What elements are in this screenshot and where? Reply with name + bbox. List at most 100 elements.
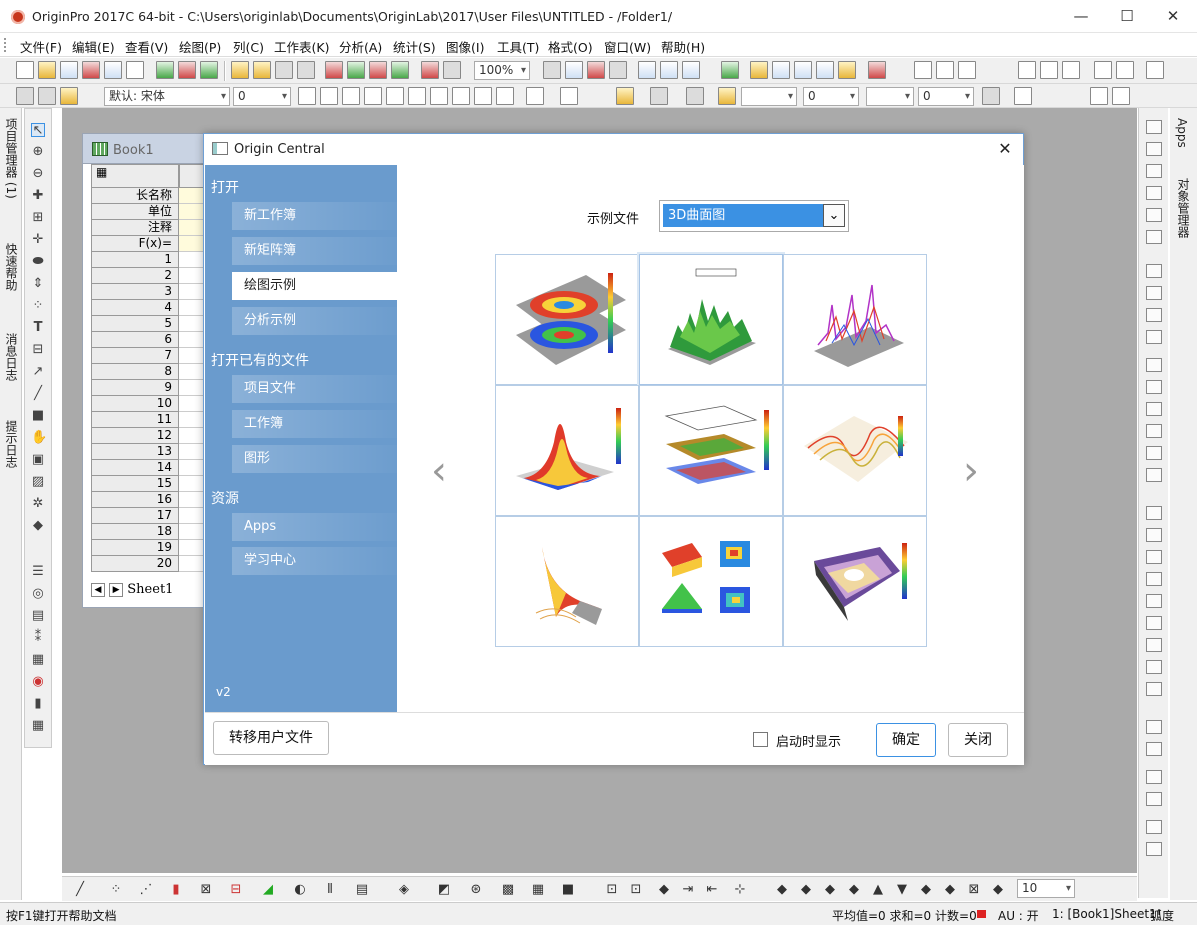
bottom-tool-7-icon[interactable]: ◆ [774,882,790,897]
sidebar-item-new-matrix[interactable]: 新矩阵簿 [232,237,397,265]
set-values-icon[interactable] [936,61,954,79]
dialog-close-icon[interactable]: ✕ [993,137,1017,161]
bottom-tool-4-icon[interactable]: ⇥ [680,882,696,897]
results-log-icon[interactable] [638,61,656,79]
menu-view[interactable]: 查看(V) [125,37,168,56]
cross-icon[interactable]: ✚ [31,189,45,203]
tab-quick-help[interactable]: 快速帮助 [3,243,20,291]
bottom-tool-5-icon[interactable]: ⇤ [704,882,720,897]
stats-bar-icon[interactable] [1018,61,1036,79]
sidebar-item-analysis-samples[interactable]: 分析示例 [232,307,397,335]
print-icon[interactable] [543,61,561,79]
sheet-next-icon[interactable]: ▶ [109,582,124,597]
header-row-label[interactable]: F(x)= [91,236,179,252]
status-au[interactable]: AU : 开 [998,907,1039,924]
pattern-icon[interactable] [650,87,668,105]
bottom-tool-8-icon[interactable]: ◆ [798,882,814,897]
menu-help[interactable]: 帮助(H) [661,37,705,56]
sidebar-item-apps[interactable]: Apps [232,513,397,541]
decrease-font-icon[interactable] [474,87,492,105]
open-template-icon[interactable] [253,61,271,79]
arrange-4-icon[interactable] [1146,572,1162,586]
arrange-9-icon[interactable] [1146,682,1162,696]
sidebar-item-workbooks[interactable]: 工作簿 [232,410,397,438]
filter-icon[interactable] [1094,61,1112,79]
row-number[interactable]: 15 [91,476,179,492]
italic-icon[interactable] [320,87,338,105]
underline-icon[interactable] [342,87,360,105]
menu-format[interactable]: 格式(O) [548,37,593,56]
line-style-select[interactable] [741,87,797,106]
group-6-icon[interactable] [1146,842,1162,856]
line-tool-icon[interactable]: ╱ [31,387,45,401]
layer-2-icon[interactable] [1146,286,1162,300]
bottom-tool-16-icon[interactable]: ◆ [990,882,1006,897]
bottom-tool-1-icon[interactable]: ⊡ [604,882,620,897]
row-number[interactable]: 12 [91,428,179,444]
row-number[interactable]: 4 [91,300,179,316]
layer-4-icon[interactable] [1146,330,1162,344]
arrange-8-icon[interactable] [1146,660,1162,674]
sample-thumbnail-3[interactable] [783,254,927,385]
duplicate-icon[interactable] [565,61,583,79]
save-icon[interactable] [275,61,293,79]
group-1-icon[interactable] [1146,720,1162,734]
bottom-tool-13-icon[interactable]: ◆ [918,882,934,897]
group-2-icon[interactable] [1146,742,1162,756]
header-row-label[interactable]: 单位 [91,204,179,220]
menu-statistics[interactable]: 统计(S) [393,37,436,56]
new-matrix-icon[interactable] [104,61,122,79]
row-number[interactable]: 7 [91,348,179,364]
sample-thumbnail-8[interactable] [639,516,783,647]
layer-3-icon[interactable] [1146,308,1162,322]
batch-process-icon[interactable] [443,61,461,79]
project-explorer-icon[interactable] [721,61,739,79]
grid-tool-icon[interactable]: ▦ [31,719,45,733]
draw-data-icon[interactable]: ⁘ [31,299,45,313]
transfer-user-files-button[interactable]: 转移用户文件 [213,721,329,755]
bottom-tool-10-icon[interactable]: ◆ [846,882,862,897]
chevron-down-icon[interactable]: ⌄ [823,204,845,227]
template-library-icon[interactable]: ▤ [354,882,370,897]
import-wizard-icon[interactable] [369,61,387,79]
new-folder-icon[interactable] [38,61,56,79]
row-number[interactable]: 1 [91,252,179,268]
menu-analysis[interactable]: 分析(A) [339,37,382,56]
open-icon[interactable] [231,61,249,79]
matrix-tool-icon[interactable]: ▦ [31,653,45,667]
sidebar-item-learning-center[interactable]: 学习中心 [232,547,397,575]
image-tool-icon[interactable]: ▨ [31,475,45,489]
zoom-out-icon[interactable]: ⊖ [31,167,45,181]
cut-icon[interactable] [16,87,34,105]
tab-message-log[interactable]: 消息日志 [3,333,20,381]
ok-button[interactable]: 确定 [876,723,936,757]
show-on-startup-label[interactable]: 启动时显示 [776,731,841,750]
row-number[interactable]: 20 [91,556,179,572]
menu-tools[interactable]: 工具(T) [497,37,539,56]
layer-list-icon[interactable]: ☰ [31,565,45,579]
row-number[interactable]: 16 [91,492,179,508]
dialog-titlebar[interactable]: Origin Central ✕ [204,134,1023,165]
new-excel-icon[interactable] [200,61,218,79]
sample-thumbnail-7[interactable] [495,516,639,647]
row-number[interactable]: 17 [91,508,179,524]
sheet-prev-icon[interactable]: ◀ [91,582,105,597]
align-2-icon[interactable] [1146,380,1162,394]
stats-col-icon[interactable] [1040,61,1058,79]
report-icon[interactable] [794,61,812,79]
command-window-icon[interactable] [660,61,678,79]
sample-thumbnail-6[interactable] [783,385,927,516]
group-4-icon[interactable] [1146,792,1162,806]
menu-plot[interactable]: 绘图(P) [179,37,221,56]
save-template-icon[interactable] [297,61,315,79]
bottom-tool-2-icon[interactable]: ⊡ [628,882,644,897]
toolbar-extra-icon[interactable] [1146,61,1164,79]
3d-plot-icon[interactable]: ◈ [396,882,412,897]
mask-tool-icon[interactable]: ✲ [31,497,45,511]
line-color-icon[interactable] [686,87,704,105]
prev-page-icon[interactable]: ‹ [431,448,447,494]
import-ascii-icon[interactable] [325,61,343,79]
group-3-icon[interactable] [1146,770,1162,784]
menu-column[interactable]: 列(C) [233,37,264,56]
hand-tool-icon[interactable]: ✋ [31,431,47,445]
